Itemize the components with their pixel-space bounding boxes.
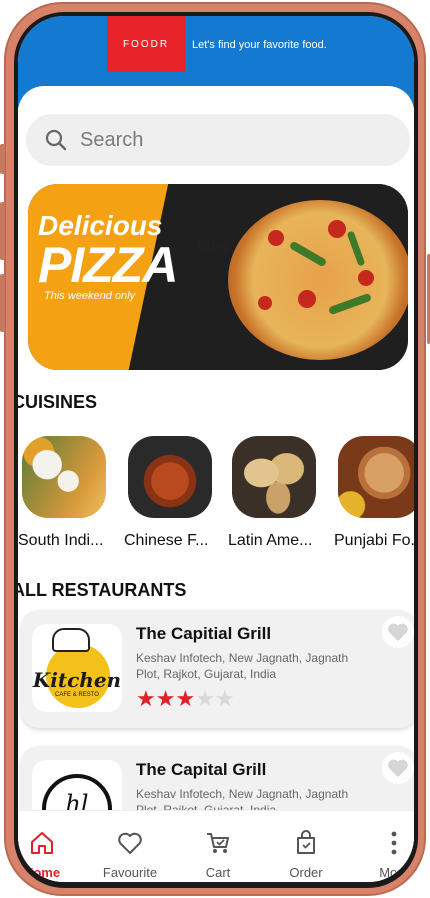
tab-favourite[interactable]: Favourite — [90, 829, 170, 880]
tab-label: Cart — [205, 865, 231, 880]
heart-icon — [388, 759, 408, 778]
restaurant-logo: Kitchen CAFE & RESTO — [32, 624, 122, 712]
chef-hat-icon — [52, 628, 90, 652]
cuisines-heading: CUISINES — [18, 392, 98, 412]
star-filled-icon: ★ — [136, 686, 156, 711]
tab-label: Favourite — [102, 865, 158, 880]
cuisine-label: Latin Ame... — [228, 532, 313, 549]
rating-stars: ★★★★★ — [136, 686, 235, 712]
side-button — [0, 274, 5, 332]
logo-subtext: CAFE & RESTO — [55, 692, 99, 698]
cuisine-image — [338, 436, 414, 518]
cuisine-item[interactable]: South Indi... — [18, 436, 114, 550]
logo-text: Kitchen — [32, 668, 122, 692]
phone-frame: FOODR Let's find your favorite food. Sea… — [0, 2, 430, 896]
tab-home[interactable]: Home — [18, 829, 82, 880]
favorite-button[interactable] — [382, 752, 414, 784]
search-input[interactable]: Search — [80, 129, 143, 152]
app-screen: FOODR Let's find your favorite food. Sea… — [18, 16, 414, 882]
bag-icon — [297, 830, 315, 854]
cuisine-item[interactable]: Chinese F... — [124, 436, 220, 550]
search-icon — [45, 129, 67, 151]
banner-offer-value: 50% — [196, 238, 231, 257]
banner-offer: up to 50% OFF — [196, 224, 230, 272]
banner-subtitle: This weekend only — [44, 290, 136, 302]
cuisine-label: Chinese F... — [124, 532, 209, 549]
pizza-image — [228, 200, 408, 360]
restaurant-name: The Capital Grill — [136, 760, 267, 779]
heart-icon — [388, 623, 408, 642]
restaurant-card[interactable]: Kitchen CAFE & RESTO The Capitial Grill … — [21, 610, 414, 728]
side-button — [0, 202, 5, 260]
restaurant-address: Keshav Infotech, New Jagnath, Jagnath Pl… — [136, 651, 349, 681]
restaurant-name: The Capitial Grill — [136, 624, 272, 643]
banner-offer-suffix: OFF — [205, 259, 222, 268]
bottom-tab-bar: Home Favourite Cart Order More — [18, 810, 414, 882]
more-vertical-icon — [391, 831, 397, 855]
cuisine-label: Punjabi Fo... — [334, 532, 414, 549]
star-filled-icon: ★ — [155, 686, 176, 711]
main-content: Search Delicious PIZZA This weekend only… — [18, 86, 414, 882]
cuisine-label: South Indi... — [18, 532, 104, 549]
tab-label: More — [379, 865, 409, 880]
brand-logo[interactable]: FOODR — [107, 16, 185, 72]
side-button — [0, 144, 5, 174]
cuisine-image — [128, 436, 212, 518]
heart-icon — [118, 832, 142, 854]
search-bar[interactable]: Search — [26, 114, 410, 166]
header-tagline: Let's find your favorite food. — [192, 39, 327, 51]
tab-cart[interactable]: Cart — [178, 829, 258, 880]
tab-more[interactable]: More — [354, 829, 414, 880]
cart-icon — [207, 833, 229, 853]
promo-banner[interactable]: Delicious PIZZA This weekend only up to … — [28, 184, 408, 370]
cuisine-image — [22, 436, 106, 518]
cuisine-list: South Indi... Chinese F... Latin Ame... … — [18, 436, 414, 556]
phone-bezel: FOODR Let's find your favorite food. Sea… — [14, 12, 418, 888]
banner-title: PIZZA — [38, 237, 178, 293]
tab-order[interactable]: Order — [266, 829, 346, 880]
cuisine-item[interactable]: Latin Ame... — [228, 436, 324, 550]
star-empty-icon: ★ — [214, 686, 235, 711]
restaurants-heading: ALL RESTAURANTS — [18, 580, 187, 600]
tab-label: Home — [23, 865, 61, 880]
home-icon — [31, 832, 53, 854]
cuisine-image — [232, 436, 316, 518]
tab-label: Order — [289, 865, 323, 880]
star-filled-icon: ★ — [175, 686, 196, 711]
cuisine-item[interactable]: Punjabi Fo... — [334, 436, 414, 550]
star-empty-icon: ★ — [195, 686, 215, 711]
favorite-button[interactable] — [382, 616, 414, 648]
